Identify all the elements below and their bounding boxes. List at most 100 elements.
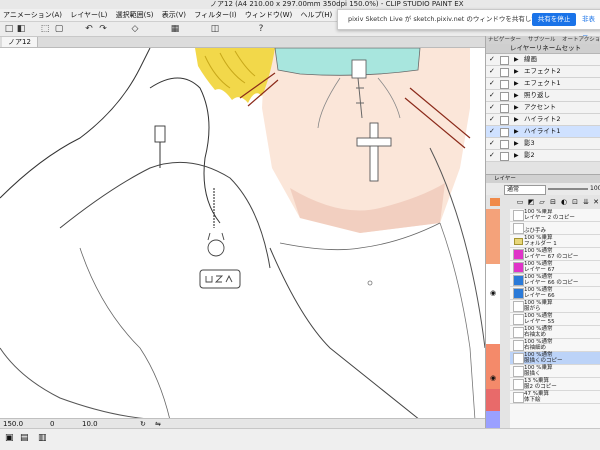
layer-row[interactable]: 100 %乗算 フォルダー 1 — [510, 235, 600, 248]
timeline-icon[interactable]: ▤ — [20, 433, 29, 443]
expand-icon[interactable]: ▶ — [514, 66, 519, 77]
undo-icon[interactable]: ↶ — [84, 24, 94, 34]
layer-set-checkbox[interactable] — [500, 68, 509, 77]
expand-icon[interactable]: ▶ — [514, 54, 519, 65]
new-vector-icon[interactable]: ◩ — [527, 198, 535, 206]
tab-subtool[interactable]: サブツール — [528, 36, 556, 44]
menu-window[interactable]: ウィンドウ(W) — [242, 9, 295, 21]
film-icon[interactable]: ▥ — [38, 433, 47, 443]
menu-view[interactable]: 表示(V) — [159, 9, 189, 21]
grid-icon[interactable]: ▦ — [170, 24, 180, 34]
expand-icon[interactable]: ▶ — [514, 150, 519, 161]
layer-row[interactable]: 100 %通常 右袖細め — [510, 339, 600, 352]
layer-row-active[interactable]: 100 %通常 服描くのコピー — [510, 352, 600, 365]
check-icon[interactable]: ✓ — [489, 115, 495, 124]
layer-set-row[interactable]: ✓ ▶ 線画 — [486, 54, 600, 66]
clip-icon[interactable]: ⊟ — [549, 198, 557, 206]
layer-thumbnail — [513, 327, 524, 338]
visibility-eye-icon[interactable]: ◉ — [490, 374, 496, 382]
redo-icon[interactable]: ↷ — [98, 24, 108, 34]
layer-row[interactable]: 100 %乗算 レイヤー 2 のコピー — [510, 209, 600, 222]
layer-set-row[interactable]: ✓ ▶ エフェクト2 — [486, 66, 600, 78]
layer-set-row[interactable]: ✓ ▶ エフェクト1 — [486, 78, 600, 90]
opacity-slider[interactable] — [548, 188, 588, 190]
layer-row[interactable]: 100 %通常 レイヤー 66 — [510, 287, 600, 300]
layer-set-row-selected[interactable]: ✓ ▶ ハイライト1 — [486, 126, 600, 138]
layer-set-row[interactable]: ✓ ▶ 照り返し — [486, 90, 600, 102]
layer-set-name: 影3 — [524, 139, 535, 147]
mask-icon[interactable]: ◐ — [560, 198, 568, 206]
blend-mode-select[interactable]: 通常 — [504, 185, 546, 195]
expand-icon[interactable]: ▶ — [514, 138, 519, 149]
layer-row[interactable]: 100 %乗算 服描く — [510, 365, 600, 378]
layer-thumbnail — [513, 262, 524, 273]
clear-icon[interactable]: ▢ — [54, 24, 64, 34]
new-icon[interactable]: □ — [4, 24, 14, 34]
layer-set-checkbox[interactable] — [500, 92, 509, 101]
layer-set-row[interactable]: ✓ ▶ アクセント — [486, 102, 600, 114]
layer-row[interactable]: ぶひ手み — [510, 222, 600, 235]
check-icon[interactable]: ✓ — [489, 79, 495, 88]
check-icon[interactable]: ✓ — [489, 91, 495, 100]
check-icon[interactable]: ✓ — [489, 127, 495, 136]
select-icon[interactable]: ⬚ — [40, 24, 50, 34]
help-icon[interactable]: ? — [256, 24, 266, 34]
save-icon[interactable]: ◧ — [16, 24, 26, 34]
check-icon[interactable]: ✓ — [489, 151, 495, 160]
visibility-eye-icon[interactable]: ◉ — [490, 289, 496, 297]
layer-set-checkbox[interactable] — [500, 80, 509, 89]
check-icon[interactable]: ✓ — [489, 103, 495, 112]
layer-set-row[interactable]: ✓ ▶ 影2 — [486, 150, 600, 162]
layer-row[interactable]: 100 %乗算 服がら — [510, 300, 600, 313]
expand-icon[interactable]: ▶ — [514, 126, 519, 137]
expand-icon[interactable]: ▶ — [514, 90, 519, 101]
layer-set-checkbox[interactable] — [500, 116, 509, 125]
layer-name: 右袖太め — [524, 332, 547, 338]
draw-color-swatch[interactable] — [490, 198, 500, 206]
layer-panel-title[interactable]: レイヤー — [494, 175, 516, 183]
drawing-canvas[interactable] — [0, 48, 485, 420]
layer-set-checkbox[interactable] — [500, 128, 509, 137]
layer-set-checkbox[interactable] — [500, 104, 509, 113]
layer-row[interactable]: 100 %通常 レイヤー 67 — [510, 261, 600, 274]
lock-icon[interactable]: ⊡ — [571, 198, 579, 206]
expand-icon[interactable]: ▶ — [514, 78, 519, 89]
menu-animation[interactable]: アニメーション(A) — [0, 9, 65, 21]
transform-icon[interactable]: ◇ — [130, 24, 140, 34]
layer-row[interactable]: 47 %乗算 体下絵 — [510, 391, 600, 404]
check-icon[interactable]: ✓ — [489, 67, 495, 76]
new-folder-icon[interactable]: ▱ — [538, 198, 546, 206]
menu-layer[interactable]: レイヤー(L) — [67, 9, 110, 21]
menu-selection[interactable]: 選択範囲(S) — [113, 9, 157, 21]
trash-icon[interactable]: ✕ — [592, 198, 600, 206]
merge-icon[interactable]: ⇊ — [582, 198, 590, 206]
tab-navigator[interactable]: ナビゲーター — [488, 36, 521, 44]
check-icon[interactable]: ✓ — [489, 139, 495, 148]
layer-set-checkbox[interactable] — [500, 152, 509, 161]
opacity-value[interactable]: 100 — [590, 183, 600, 195]
document-tab[interactable]: ノア12 — [2, 37, 38, 47]
layer-row[interactable]: 100 %通常 右袖太め — [510, 326, 600, 339]
new-layer-icon[interactable]: ▭ — [516, 198, 524, 206]
menu-help[interactable]: ヘルプ(H) — [298, 9, 336, 21]
choker-ring — [351, 59, 367, 79]
stop-sharing-button[interactable]: 共有を停止 — [532, 13, 576, 26]
expand-icon[interactable]: ▶ — [514, 114, 519, 125]
layer-thumbnail — [513, 353, 524, 364]
expand-icon[interactable]: ▶ — [514, 102, 519, 113]
layer-set-checkbox[interactable] — [500, 140, 509, 149]
menu-filter[interactable]: フィルター(I) — [191, 9, 239, 21]
layer-row[interactable]: 100 %通常 レイヤー 66 のコピー — [510, 274, 600, 287]
layer-set-row[interactable]: ✓ ▶ ハイライト2 — [486, 114, 600, 126]
tab-auto-action[interactable]: オートアクション — [562, 36, 600, 44]
check-icon[interactable]: ✓ — [489, 55, 495, 64]
layer-set-checkbox[interactable] — [500, 56, 509, 65]
layer-name: 服描く — [524, 371, 541, 377]
layer-row[interactable]: 100 %通常 レイヤー 55 — [510, 313, 600, 326]
layer-set-row[interactable]: ✓ ▶ 影3 — [486, 138, 600, 150]
layer-row[interactable]: 13 %乗算 服2 のコピー — [510, 378, 600, 391]
layer-name: レイヤー 66 — [524, 293, 555, 299]
layer-row[interactable]: 100 %通常 レイヤー 67 のコピー — [510, 248, 600, 261]
navigator-icon[interactable]: ▣ — [5, 433, 14, 443]
ruler-icon[interactable]: ◫ — [210, 24, 220, 34]
